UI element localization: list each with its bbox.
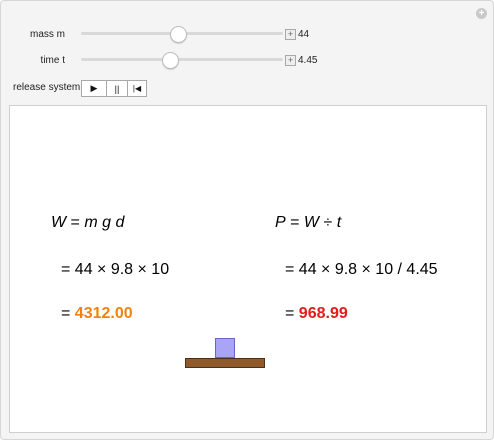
time-slider[interactable] — [81, 52, 283, 69]
mass-slider[interactable] — [81, 26, 283, 43]
platform — [185, 358, 265, 368]
time-expand-icon[interactable]: + — [285, 55, 296, 66]
power-rhs-work: W — [303, 214, 320, 231]
expand-icon[interactable]: + — [476, 8, 487, 19]
time-slider-thumb[interactable] — [161, 52, 179, 69]
mass-value: 44 — [298, 29, 310, 40]
play-button[interactable]: ▶ — [82, 81, 107, 96]
mass-slider-thumb[interactable] — [169, 26, 187, 43]
work-formula: W = m g d — [51, 214, 124, 232]
play-icon: ▶ — [90, 83, 98, 93]
mass-label: mass m — [30, 29, 65, 40]
power-formula: P = W ÷ t — [275, 214, 341, 232]
power-result-equals: = — [285, 305, 299, 322]
mass-expand-icon[interactable]: + — [285, 29, 296, 40]
animation-controls: ▶ || |◀ — [81, 80, 147, 97]
pause-icon: || — [114, 83, 120, 94]
power-rhs-time: t — [336, 214, 342, 231]
time-label: time t — [40, 55, 65, 66]
time-value: 4.45 — [298, 55, 318, 66]
time-slider-track[interactable] — [81, 58, 283, 61]
pause-button[interactable]: || — [107, 81, 128, 96]
power-equals: = — [285, 214, 304, 231]
power-symbol: P — [275, 214, 286, 231]
work-equals: = — [66, 214, 85, 231]
app-frame: + mass m + 44 time t + 4.45 release syst… — [0, 0, 494, 440]
work-result: 4312.00 — [74, 305, 133, 322]
release-system-label: release system — [13, 82, 81, 93]
mass-block — [215, 338, 235, 358]
reset-icon: |◀ — [132, 84, 142, 93]
work-result-line: = 4312.00 — [61, 305, 133, 323]
work-symbol: W — [51, 214, 67, 231]
work-rhs: m g d — [84, 214, 125, 231]
power-substitution: = 44 × 9.8 × 10 / 4.45 — [285, 261, 438, 278]
work-result-equals: = — [61, 305, 75, 322]
reset-button[interactable]: |◀ — [128, 81, 146, 96]
work-substitution: = 44 × 9.8 × 10 — [61, 261, 170, 278]
power-divide: ÷ — [319, 214, 337, 231]
power-result-line: = 968.99 — [285, 305, 348, 323]
power-result: 968.99 — [298, 305, 348, 322]
